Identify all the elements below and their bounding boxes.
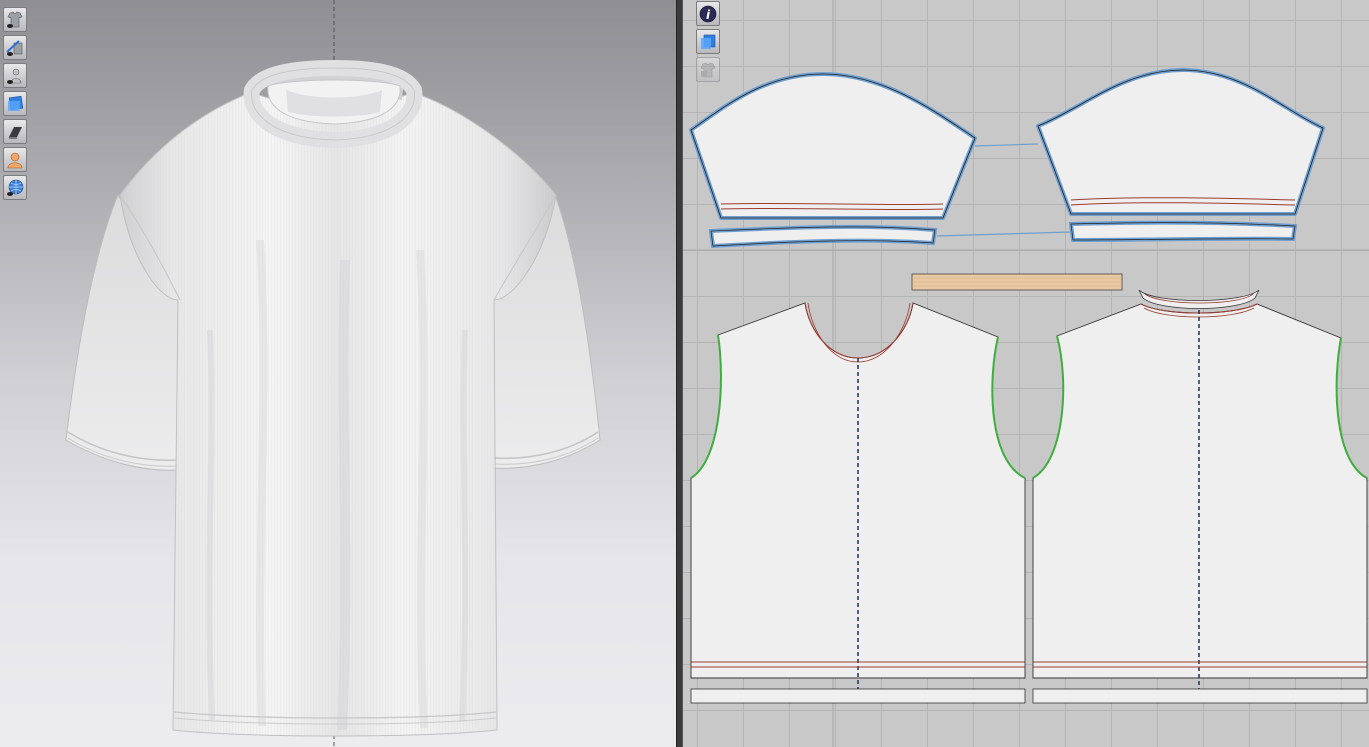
back-neck-facing[interactable]: [1138, 289, 1260, 309]
view-splitter[interactable]: [676, 0, 683, 747]
sleeve-pattern-right[interactable]: [1036, 68, 1325, 216]
3d-toolbar: [3, 7, 27, 200]
mesh-display-icon[interactable]: [3, 175, 27, 200]
avatar-visibility-icon[interactable]: [3, 63, 27, 88]
front-hem-band[interactable]: [690, 688, 1026, 704]
pattern-texture-icon[interactable]: [696, 29, 720, 54]
sewing-line-visibility-icon[interactable]: [3, 35, 27, 60]
render-mode-icon[interactable]: [3, 119, 27, 144]
back-hem-band[interactable]: [1032, 688, 1368, 704]
front-body-pattern[interactable]: [690, 302, 1026, 703]
tshirt-3d-render[interactable]: [0, 0, 676, 747]
texture-display-icon[interactable]: [3, 91, 27, 116]
lock-garment-icon[interactable]: [696, 57, 720, 82]
pattern-canvas[interactable]: [683, 0, 1369, 747]
sleeve-cuff-right[interactable]: [1068, 220, 1298, 243]
garment-visibility-icon[interactable]: [3, 7, 27, 32]
back-body-pattern[interactable]: [1032, 303, 1368, 703]
sleeve-cuff-left[interactable]: [708, 224, 938, 249]
2d-pattern-view[interactable]: i: [683, 0, 1369, 747]
sleeve-pattern-left[interactable]: [689, 72, 977, 220]
3d-view[interactable]: [0, 0, 676, 747]
info-icon[interactable]: i: [696, 1, 720, 26]
avatar-skin-icon[interactable]: [3, 147, 27, 172]
2d-toolbar: i: [696, 1, 720, 82]
collar-rib-pattern[interactable]: [911, 273, 1123, 291]
